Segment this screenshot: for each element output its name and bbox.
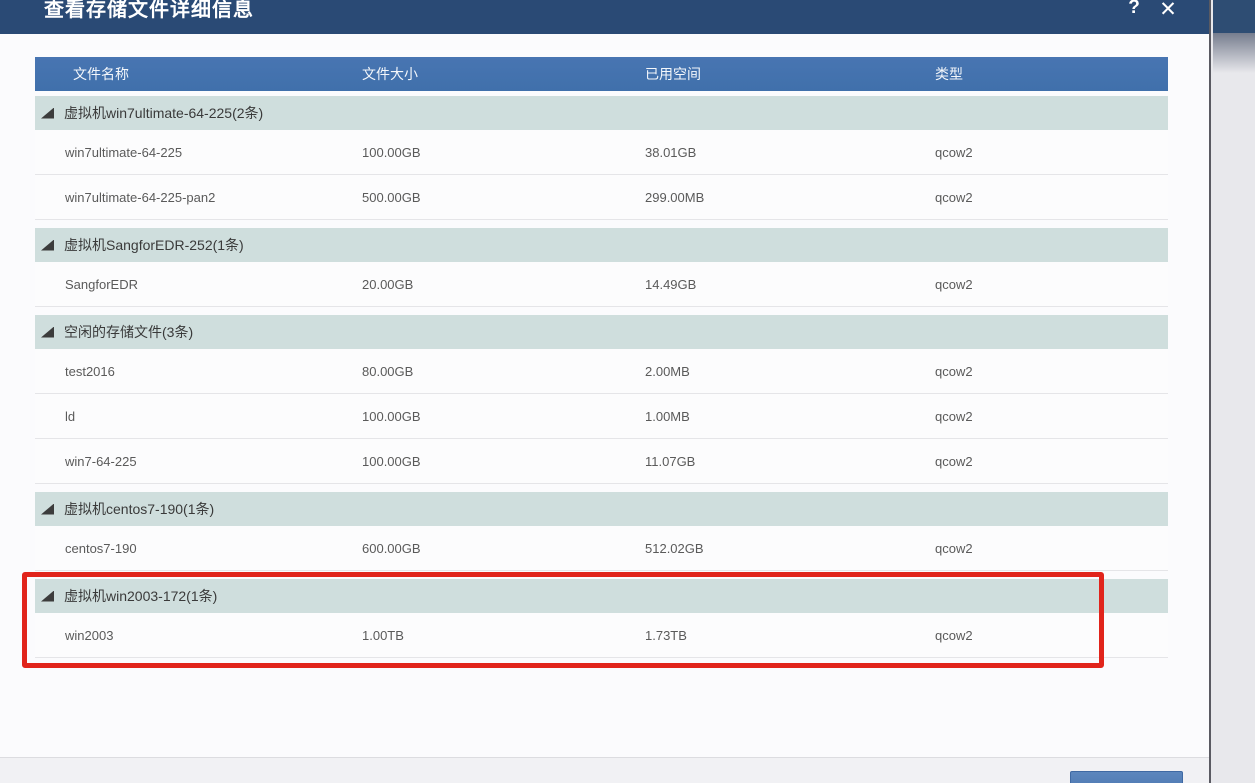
cell-size: 20.00GB [362,276,414,292]
dialog-right-border [1209,0,1211,783]
cell-used: 512.02GB [645,540,704,556]
storage-file-table: 文件名称 文件大小 已用空间 类型 虚拟机win7ultimate-64-225… [35,57,1168,658]
cell-size: 1.00TB [362,627,404,643]
table-row[interactable]: SangforEDR 20.00GB 14.49GB qcow2 [35,262,1168,307]
cell-name: test2016 [65,363,115,379]
group-label: 虚拟机win7ultimate-64-225(2条) [64,105,264,121]
cell-name: win7ultimate-64-225 [65,144,183,160]
expand-triangle-icon[interactable] [41,503,54,515]
dialog-body: 文件名称 文件大小 已用空间 类型 虚拟机win7ultimate-64-225… [0,34,1209,757]
cell-type: qcow2 [935,408,973,424]
expand-triangle-icon[interactable] [41,107,54,119]
column-header-file-name: 文件名称 [73,66,129,82]
group-row[interactable]: 虚拟机win2003-172(1条) [35,579,1168,613]
cell-size: 100.00GB [362,453,421,469]
group-row[interactable]: 虚拟机centos7-190(1条) [35,492,1168,526]
column-header-file-size: 文件大小 [362,66,418,82]
cell-size: 80.00GB [362,363,414,379]
cell-name: win7-64-225 [65,453,137,469]
table-row[interactable]: win7ultimate-64-225-pan2 500.00GB 299.00MB… [35,175,1168,220]
cell-used: 38.01GB [645,144,697,160]
cell-name: win2003 [65,627,114,643]
cell-size: 600.00GB [362,540,421,556]
cell-type: qcow2 [935,627,973,643]
cell-type: qcow2 [935,276,973,292]
table-body: 虚拟机win7ultimate-64-225(2条) win7ultimate-6… [35,96,1168,658]
cell-name: win7ultimate-64-225-pan2 [65,189,216,205]
close-icon[interactable]: ✕ [1155,0,1181,22]
table-row[interactable]: win7ultimate-64-225 100.00GB 38.01GB qcow2 [35,130,1168,175]
dialog-title: 查看存储文件详细信息 [44,0,254,21]
cell-type: qcow2 [935,540,973,556]
group-row[interactable]: 空闲的存储文件(3条) [35,315,1168,349]
table-row[interactable]: test2016 80.00GB 2.00MB qcow2 [35,349,1168,394]
expand-triangle-icon[interactable] [41,326,54,338]
dialog-footer [0,757,1209,783]
group-row[interactable]: 虚拟机win7ultimate-64-225(2条) [35,96,1168,130]
cell-size: 100.00GB [362,408,421,424]
cell-used: 1.73TB [645,627,687,643]
cell-type: qcow2 [935,144,973,160]
cell-name: SangforEDR [65,276,138,292]
cell-used: 14.49GB [645,276,697,292]
cell-name: centos7-190 [65,540,137,556]
column-header-type: 类型 [935,66,963,82]
background-window-fragment [1213,0,1255,33]
group-row[interactable]: 虚拟机SangforEDR-252(1条) [35,228,1168,262]
table-row[interactable]: win2003 1.00TB 1.73TB qcow2 [35,613,1168,658]
table-row[interactable]: win7-64-225 100.00GB 11.07GB qcow2 [35,439,1168,484]
cell-name: ld [65,408,76,424]
expand-triangle-icon[interactable] [41,590,54,602]
dialog-titlebar: 查看存储文件详细信息 [0,0,1211,34]
cell-type: qcow2 [935,363,973,379]
help-icon[interactable]: ? [1122,0,1146,19]
screen: 查看存储文件详细信息 ? ✕ 文件名称 文件大小 已用空间 类型 虚拟机win7… [0,0,1255,783]
dialog-shadow [1213,33,1255,73]
cell-used: 2.00MB [645,363,690,379]
table-row[interactable]: ld 100.00GB 1.00MB qcow2 [35,394,1168,439]
group-label: 虚拟机SangforEDR-252(1条) [64,237,244,253]
storage-file-details-dialog: 查看存储文件详细信息 ? ✕ 文件名称 文件大小 已用空间 类型 虚拟机win7… [0,0,1211,783]
cell-size: 100.00GB [362,144,421,160]
expand-triangle-icon[interactable] [41,239,54,251]
cell-type: qcow2 [935,189,973,205]
cell-type: qcow2 [935,453,973,469]
cell-used: 1.00MB [645,408,690,424]
confirm-button[interactable] [1070,771,1183,783]
cell-size: 500.00GB [362,189,421,205]
group-label: 虚拟机win2003-172(1条) [64,588,218,604]
group-label: 虚拟机centos7-190(1条) [64,501,215,517]
table-header-row: 文件名称 文件大小 已用空间 类型 [35,57,1168,91]
table-row[interactable]: centos7-190 600.00GB 512.02GB qcow2 [35,526,1168,571]
group-label: 空闲的存储文件(3条) [64,324,194,340]
column-header-used-space: 已用空间 [645,66,701,82]
cell-used: 11.07GB [645,453,696,469]
cell-used: 299.00MB [645,189,705,205]
